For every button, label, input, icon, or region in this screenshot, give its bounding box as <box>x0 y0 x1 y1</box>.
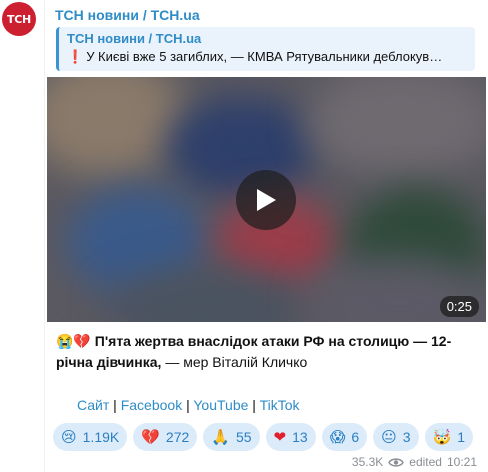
mind-blown-icon: 🤯 <box>432 428 452 446</box>
reaction-scream[interactable]: 😱 6 <box>321 423 368 451</box>
message-time: 10:21 <box>446 455 477 469</box>
reaction-broken-heart[interactable]: 💔 272 <box>133 423 198 451</box>
reaction-heart[interactable]: ❤ 13 <box>265 423 316 451</box>
heart-icon: ❤ <box>273 428 287 446</box>
link-youtube[interactable]: YouTube <box>193 397 248 413</box>
reply-text: ❗ У Києві вже 5 загиблих, — КМВА Рятуваль… <box>67 49 467 65</box>
reaction-count: 272 <box>165 429 190 445</box>
emoji-cry-heartbreak: 😭💔 <box>56 333 91 349</box>
reply-title: ТСН новини / TCH.ua <box>67 31 202 46</box>
channel-avatar[interactable]: ТСН <box>2 2 36 36</box>
reaction-mind-blown[interactable]: 🤯 1 <box>424 423 474 451</box>
eye-icon <box>388 457 405 467</box>
reaction-count: 1.19K <box>82 429 120 445</box>
reaction-count: 1 <box>457 429 466 445</box>
reaction-crying[interactable]: 😢 1.19K <box>53 423 128 451</box>
views-count: 35.3K <box>351 455 384 469</box>
reply-quote[interactable]: ТСН новини / TCH.ua ❗ У Києві вже 5 загиб… <box>56 27 475 71</box>
reply-snippet: У Києві вже 5 загиблих, — КМВА Рятувальн… <box>86 49 443 64</box>
crying-face-icon: 😢 <box>61 428 77 446</box>
reaction-pray[interactable]: 🙏 55 <box>203 423 260 451</box>
sender-name[interactable]: ТСН новини / TCH.ua <box>55 7 200 23</box>
play-button[interactable] <box>236 170 296 230</box>
play-icon <box>257 189 276 211</box>
folded-hands-icon: 🙏 <box>211 428 230 446</box>
neutral-face-icon: 😐 <box>381 428 397 446</box>
separator: | <box>182 397 194 413</box>
blur-blob <box>47 77 187 177</box>
reactions-bar: 😢 1.19K 💔 272 🙏 55 ❤ 13 😱 6 😐 3 🤯 1 <box>53 423 474 451</box>
link-facebook[interactable]: Facebook <box>121 397 182 413</box>
reaction-neutral[interactable]: 😐 3 <box>373 423 419 451</box>
reaction-count: 55 <box>235 429 252 445</box>
avatar-label: ТСН <box>7 12 31 26</box>
broken-heart-icon: 💔 <box>141 428 160 446</box>
separator: | <box>109 397 121 413</box>
edited-label: edited <box>409 455 442 469</box>
scream-face-icon: 😱 <box>329 428 346 446</box>
video-preview[interactable]: 0:25 <box>47 77 486 322</box>
video-duration: 0:25 <box>439 296 479 317</box>
reaction-count: 3 <box>402 429 411 445</box>
reaction-count: 6 <box>351 429 360 445</box>
message-meta: 35.3K edited 10:21 <box>352 455 477 469</box>
exclamation-icon: ❗ <box>67 49 84 64</box>
link-tiktok[interactable]: TikTok <box>260 397 300 413</box>
blur-blob <box>307 77 486 177</box>
link-site[interactable]: Сайт <box>77 397 109 413</box>
reaction-count: 13 <box>292 429 308 445</box>
message-bubble: ТСН новини / TCH.ua ТСН новини / TCH.ua … <box>44 0 488 472</box>
message-text: 😭💔 П'ята жертва внаслідок атаки РФ на ст… <box>56 331 481 373</box>
message-attribution: — мер Віталій Кличко <box>161 354 308 370</box>
links-row: Сайт | Facebook | YouTube | TikTok <box>77 397 300 413</box>
separator: | <box>248 397 260 413</box>
